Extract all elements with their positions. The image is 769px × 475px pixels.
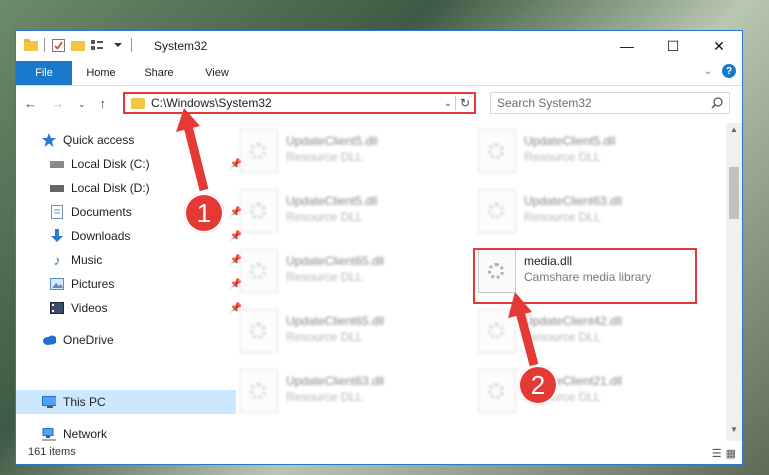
- arrow-1-shaft: [183, 124, 209, 192]
- arrow-2-head: [508, 292, 532, 318]
- arrow-1-head: [176, 108, 200, 132]
- arrow-2-shaft: [515, 310, 539, 367]
- step-marker-1: 1: [184, 193, 224, 233]
- annotation-arrows: [176, 108, 539, 367]
- step-marker-2: 2: [518, 365, 558, 405]
